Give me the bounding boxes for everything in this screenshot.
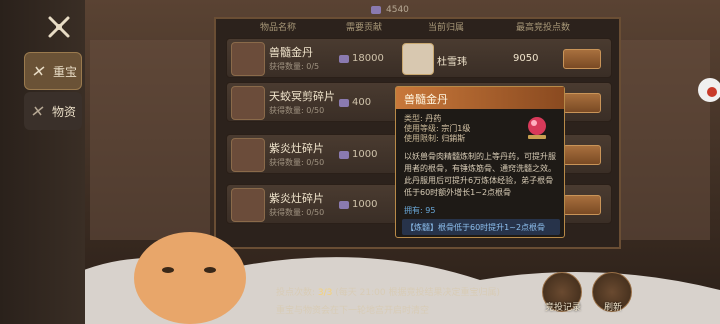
bid-record-button[interactable]: 竞投记录 [542,272,582,313]
item-cost: 18000 [339,53,384,64]
highest-bid: 9050 [513,53,539,64]
tab-treasure-label: 重宝 [53,64,78,79]
bid-count-info: 投点次数: 3/3 (每天 21:00 根据竞投结果决定重宝归属) [276,285,500,298]
bid-count-value: 3/3 [317,288,333,298]
item-thumb[interactable] [231,42,265,76]
currency-display: 4540 [370,5,409,15]
col-name: 物品名称 [260,23,297,33]
item-tooltip: 兽髓金丹 类型: 丹药 使用等级: 宗门1级 使用限制: 归銷斯 以妖兽骨肉精髓… [395,86,565,238]
bid-button[interactable] [563,195,601,215]
table-row: 兽髓金丹 获得数量: 0/5 18000 杜雪玮 9050 [226,38,612,78]
tooltip-limit: 使用限制: 归銷斯 [404,134,466,143]
item-name: 紫炎灶碎片 [269,192,324,205]
bid-button[interactable] [563,49,601,69]
item-count: 获得数量: 0/50 [269,208,325,217]
tab-supply-label: 物资 [52,104,77,119]
col-cost: 需要贡献 [346,23,383,33]
contribution-icon [339,200,349,209]
item-cost: 400 [339,97,371,108]
left-sidebar [0,0,85,324]
currency-amount: 4540 [386,5,409,15]
refresh-label: 刷新 [603,303,622,313]
item-count: 获得数量: 0/50 [269,158,325,167]
coin-icon [371,6,381,14]
reset-note: 重宝与物资会在下一轮地宫开启时清空 [276,306,430,316]
item-cost: 1000 [339,199,377,210]
col-bid: 最高竞投点数 [516,23,571,33]
tab-supply[interactable]: 物资 [24,92,82,130]
tooltip-owned: 拥有: 95 [404,206,436,215]
contribution-icon [339,54,349,63]
tooltip-title: 兽髓金丹 [396,87,564,109]
bid-count-label: 投点次数: [276,288,316,298]
bid-button[interactable] [563,145,601,165]
item-count: 获得数量: 0/50 [269,106,325,115]
item-name: 天蛟冥剪碎片 [269,90,335,103]
back-button[interactable] [44,12,74,42]
bid-button[interactable] [563,93,601,113]
col-owner: 当前归属 [428,23,465,33]
item-thumb[interactable] [231,188,265,222]
item-thumb[interactable] [231,138,265,172]
item-name: 紫炎灶碎片 [269,142,324,155]
tooltip-description: 以妖兽骨肉精髓炼制的上等丹药，可提升服用者的根骨，有锤炼筋骨、通窍洗髓之效。此丹… [404,152,556,197]
owner-name: 杜雪玮 [437,57,467,68]
item-thumb[interactable] [231,86,265,120]
tab-treasure[interactable]: 重宝 [24,52,82,90]
tooltip-effect: 【炼髓】根骨低于60时提升1~2点根骨 [402,219,560,235]
supply-icon [32,106,44,116]
bid-record-label: 竞投记录 [544,303,581,313]
bid-note: (每天 21:00 根据竞投结果决定重宝归属) [335,288,500,298]
item-name: 兽髓金丹 [269,46,313,59]
item-cost: 1000 [339,149,377,160]
treasure-icon [33,66,45,76]
refresh-button[interactable]: 刷新 [592,272,632,313]
pill-icon [528,117,546,139]
owner-avatar [402,43,434,75]
contribution-icon [339,150,349,159]
contribution-icon [339,98,349,107]
item-count: 获得数量: 0/5 [269,62,320,71]
